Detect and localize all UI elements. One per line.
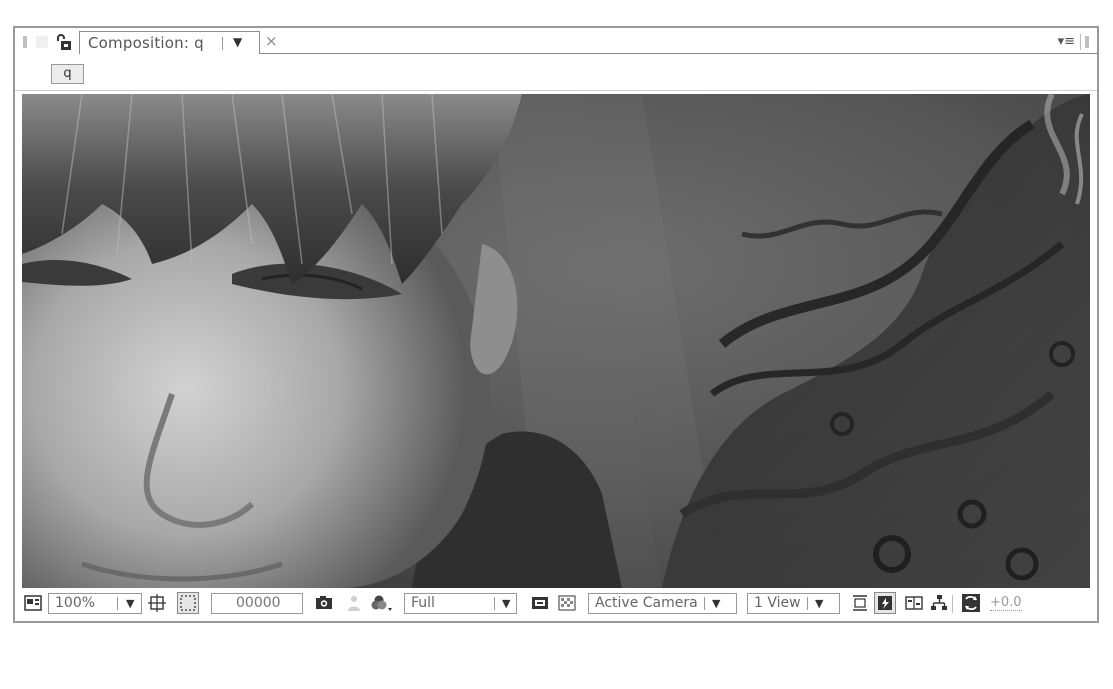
camera-view-dropdown-arrow[interactable]: ▼ <box>712 594 720 613</box>
camera-view-divider <box>704 597 705 610</box>
grid-overlay-icon[interactable] <box>148 594 166 612</box>
resolution-dropdown-arrow[interactable]: ▼ <box>502 594 510 613</box>
fast-previews-toggle-icon[interactable] <box>874 592 896 614</box>
tab-composition-label: Composition: q <box>88 34 204 52</box>
zoom-dropdown-arrow[interactable]: ▼ <box>126 594 134 613</box>
zoom-value: 100% <box>55 595 96 611</box>
view-layout-dropdown[interactable]: 1 View ▼ <box>747 593 840 614</box>
zoom-dropdown[interactable]: 100% ▼ <box>48 593 142 614</box>
camera-snapshot-icon[interactable] <box>315 594 333 612</box>
fast-preview-icon[interactable] <box>531 594 549 612</box>
tab-divider <box>222 37 223 50</box>
toggle-pixel-aspect-icon[interactable] <box>851 594 869 612</box>
breadcrumb-divider <box>15 90 1097 91</box>
resolution-value: Full <box>411 595 435 611</box>
tab-composition[interactable]: Composition: q ▼ <box>79 31 260 54</box>
tab-dropdown-button[interactable]: ▼ <box>233 35 242 49</box>
tab-close-icon[interactable]: × <box>265 32 278 50</box>
composition-breadcrumb[interactable]: q <box>51 64 84 84</box>
panel-grip-handle[interactable] <box>23 36 27 48</box>
view-layout-value: 1 View <box>754 595 801 611</box>
composition-preview-image <box>22 94 1090 588</box>
composition-panel: Composition: q ▼ × ▾≡ q 100% ▼ 00000 Ful… <box>13 26 1099 623</box>
composition-viewer[interactable] <box>22 94 1090 588</box>
zoom-divider <box>117 597 118 610</box>
rgb-channel-icon[interactable] <box>371 594 393 612</box>
current-time-field[interactable]: 00000 <box>211 593 303 614</box>
transparency-grid-icon[interactable] <box>558 594 576 612</box>
view-layout-divider <box>807 597 808 610</box>
current-time-value: 00000 <box>236 595 281 611</box>
resolution-dropdown[interactable]: Full ▼ <box>404 593 517 614</box>
always-preview-icon[interactable] <box>24 594 42 612</box>
panel-grip-handle-right[interactable] <box>1085 36 1089 48</box>
exposure-value[interactable]: +0.0 <box>990 596 1022 611</box>
lock-icon[interactable] <box>55 33 73 51</box>
resolution-divider <box>494 597 495 610</box>
tab-bar-divider <box>260 53 1097 54</box>
show-snapshot-icon[interactable] <box>345 594 363 612</box>
panel-menu-icon[interactable]: ▾≡ <box>1058 34 1075 49</box>
viewer-lock-toggle[interactable] <box>36 36 48 48</box>
view-layout-dropdown-arrow[interactable]: ▼ <box>815 594 823 613</box>
camera-view-dropdown[interactable]: Active Camera ▼ <box>588 593 737 614</box>
region-of-interest-icon[interactable] <box>177 592 199 614</box>
toolbar-divider <box>952 595 953 613</box>
reset-exposure-icon[interactable] <box>961 593 981 613</box>
camera-view-value: Active Camera <box>595 595 698 611</box>
panel-menu-divider <box>1080 34 1081 50</box>
panel-tab-bar: Composition: q ▼ × ▾≡ <box>15 28 1097 61</box>
viewer-toolbar: 100% ▼ 00000 Full ▼ Active Camera ▼ 1 Vi… <box>15 586 1097 621</box>
timeline-icon[interactable] <box>905 594 923 612</box>
flowchart-icon[interactable] <box>930 594 948 612</box>
